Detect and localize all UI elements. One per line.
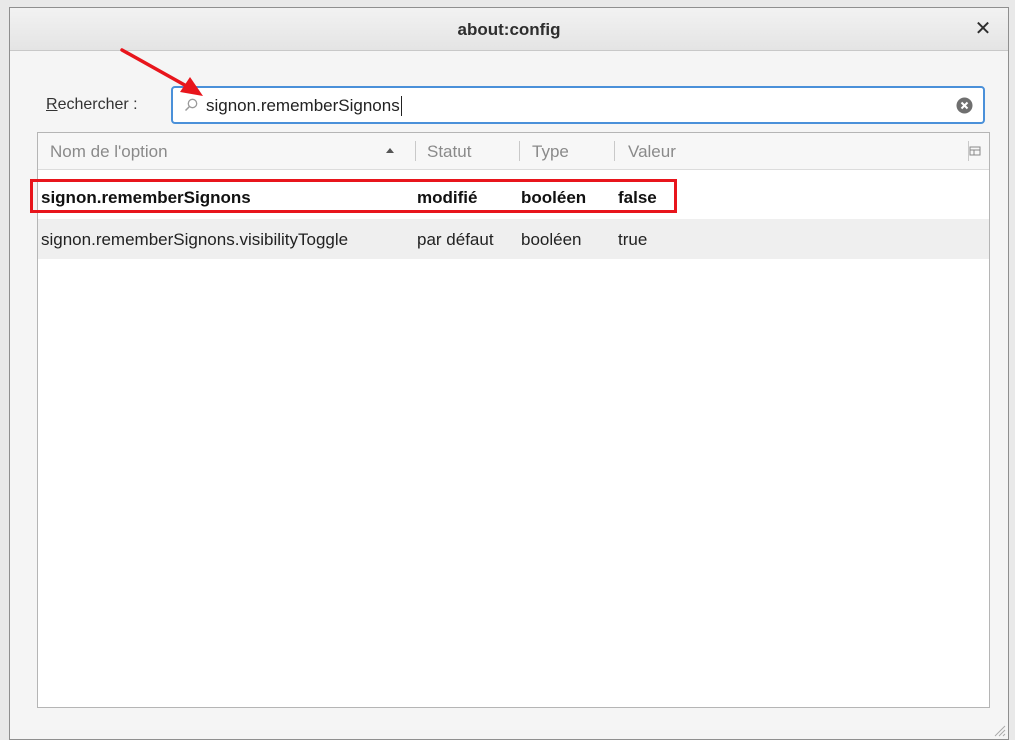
- close-icon: ✕: [974, 18, 992, 40]
- column-divider[interactable]: [415, 141, 416, 161]
- cell-type: booléen: [521, 188, 587, 207]
- column-picker-icon[interactable]: [969, 145, 981, 157]
- cell-option-name: signon.rememberSignons.visibilityToggle: [41, 230, 349, 249]
- table-row[interactable]: signon.rememberSignons modifié booléen f…: [30, 177, 989, 217]
- clear-icon[interactable]: [956, 97, 973, 114]
- search-label-accesskey: R: [46, 96, 58, 113]
- cell-value: false: [618, 188, 657, 207]
- close-button[interactable]: ✕: [972, 18, 994, 40]
- preferences-table: Nom de l'option Statut Type Valeur signo…: [30, 132, 990, 708]
- cell-type: booléen: [521, 230, 582, 249]
- column-header-value[interactable]: Valeur: [628, 142, 676, 162]
- window-title: about:config: [457, 20, 561, 39]
- column-divider[interactable]: [519, 141, 520, 161]
- column-header-name[interactable]: Nom de l'option: [50, 142, 168, 162]
- sort-ascending-icon: [386, 148, 394, 153]
- cell-status: modifié: [417, 188, 478, 207]
- column-divider[interactable]: [614, 141, 615, 161]
- cell-status: par défaut: [417, 230, 494, 249]
- table-header: Nom de l'option Statut Type Valeur: [38, 133, 989, 170]
- column-header-status[interactable]: Statut: [427, 142, 471, 162]
- annotation-arrow-icon: [120, 48, 203, 96]
- resize-grip-icon[interactable]: [992, 723, 1006, 737]
- search-input[interactable]: signon.rememberSignons: [171, 86, 985, 124]
- column-header-type[interactable]: Type: [532, 142, 569, 162]
- search-input-value: signon.rememberSignons: [206, 96, 402, 116]
- cell-option-name: signon.rememberSignons: [41, 188, 251, 207]
- config-dialog: about:config ✕ Rechercher : signon.remem…: [9, 7, 1009, 740]
- cell-value: true: [618, 230, 648, 249]
- table-row[interactable]: signon.rememberSignons.visibilityToggle …: [38, 219, 989, 259]
